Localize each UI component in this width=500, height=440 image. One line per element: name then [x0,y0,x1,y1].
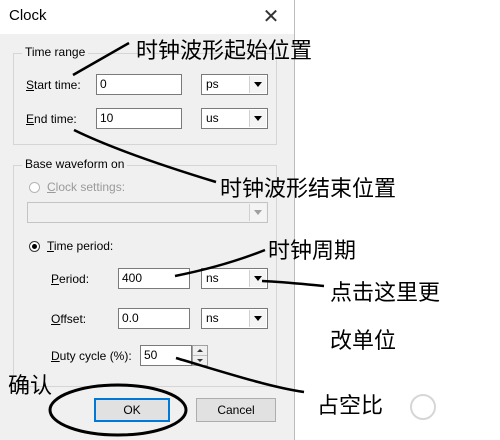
note-change-unit-line2: 改单位 [330,329,397,354]
clock-settings-select[interactable] [27,202,268,223]
end-time-input[interactable]: 10 [96,108,182,129]
time-range-group: Time range [13,45,277,145]
note-duty-ratio: 占空比 [317,394,384,419]
end-time-unit-value: us [206,111,219,125]
offset-unit-select[interactable]: ns [201,308,268,329]
period-unit-value: ns [206,271,219,285]
offset-unit-value: ns [206,311,219,325]
clock-settings-radio[interactable] [29,182,40,193]
note-end-position: 时钟波形结束位置 [220,177,397,202]
chevron-down-icon[interactable] [249,110,266,127]
watermark-logo [410,394,436,420]
duty-cycle-input[interactable]: 50 [140,345,192,366]
period-input[interactable]: 400 [118,268,190,289]
note-start-position: 时钟波形起始位置 [136,39,313,64]
clock-settings-label: Clock settings: [47,180,126,194]
start-time-input[interactable]: 0 [96,74,182,95]
time-range-title: Time range [22,45,89,59]
period-unit-select[interactable]: ns [201,268,268,289]
start-time-unit-value: ps [206,77,219,91]
chevron-down-icon[interactable] [249,310,266,327]
offset-label: Offset: [51,312,87,326]
end-time-label: End time: [26,112,77,126]
ok-button[interactable]: OK [94,398,170,422]
window-title: Clock [9,7,47,24]
time-period-label: Time period: [47,239,114,253]
chevron-down-icon[interactable] [249,76,266,93]
note-clock-period: 时钟周期 [268,239,357,264]
time-period-radio[interactable] [29,241,40,252]
note-change-unit-line1: 点击这里更 [330,281,441,306]
offset-input[interactable]: 0.0 [118,308,190,329]
title-bar: Clock ✕ [0,0,294,34]
start-time-unit-select[interactable]: ps [201,74,268,95]
period-label: Period: [51,272,90,286]
close-icon[interactable]: ✕ [258,4,284,30]
chevron-down-icon[interactable] [249,204,266,221]
start-time-label: Start time: [26,78,81,92]
cancel-button[interactable]: Cancel [196,398,276,422]
spinner-up-icon[interactable] [193,346,207,356]
chevron-down-icon[interactable] [249,270,266,287]
duty-cycle-label: Duty cycle (%): [51,349,132,363]
note-confirm: 确认 [8,374,53,399]
spinner-down-icon[interactable] [193,356,207,365]
spinner-arrows-icon[interactable] [192,345,208,366]
end-time-unit-select[interactable]: us [201,108,268,129]
base-waveform-title: Base waveform on [22,157,128,171]
